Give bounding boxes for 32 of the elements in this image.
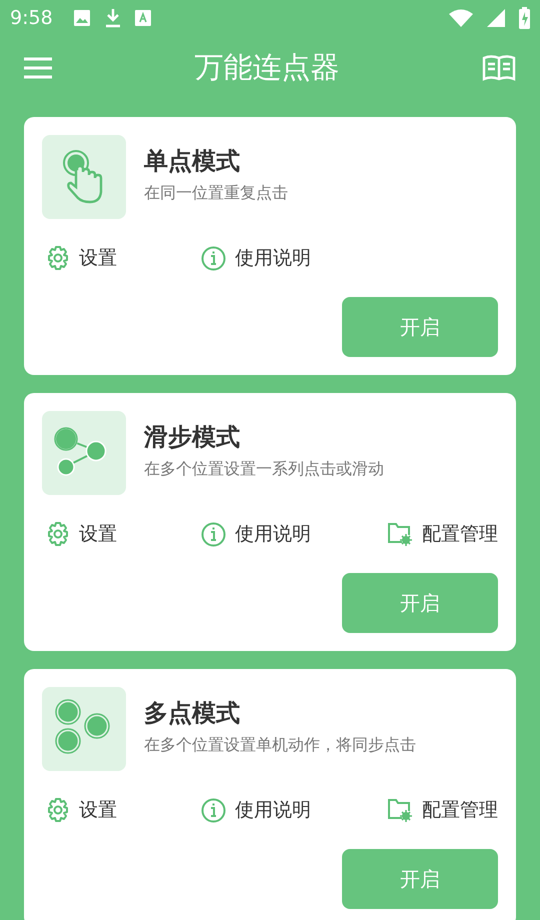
download-icon: [104, 8, 121, 28]
signal-icon: [487, 9, 505, 27]
settings-link[interactable]: 设置: [46, 797, 201, 823]
settings-link[interactable]: 设置: [46, 245, 201, 271]
help-link[interactable]: 使用说明: [201, 245, 498, 271]
mode-title: 多点模式: [144, 698, 241, 729]
app-title: 万能连点器: [194, 49, 340, 86]
image-icon: [72, 9, 91, 27]
info-icon: [201, 798, 226, 822]
keyboard-icon: [134, 10, 151, 26]
menu-icon[interactable]: [24, 57, 52, 79]
wifi-icon: [449, 9, 473, 27]
info-icon: [201, 246, 226, 270]
settings-link[interactable]: 设置: [46, 521, 201, 547]
folder-gear-icon: [387, 522, 413, 546]
config-link[interactable]: 配置管理: [387, 521, 498, 547]
book-icon[interactable]: [482, 54, 516, 82]
settings-icon: [46, 246, 70, 270]
status-time: 9:58: [10, 7, 53, 29]
settings-icon: [46, 522, 70, 546]
settings-icon: [46, 798, 70, 822]
info-icon: [201, 522, 226, 546]
mode-description: 在多个位置设置一系列点击或滑动: [144, 459, 384, 480]
battery-icon: [519, 7, 530, 29]
folder-gear-icon: [387, 798, 413, 822]
help-link[interactable]: 使用说明: [201, 797, 387, 823]
help-link[interactable]: 使用说明: [201, 521, 387, 547]
config-link[interactable]: 配置管理: [387, 797, 498, 823]
mode-title: 滑步模式: [144, 422, 241, 453]
mode-description: 在多个位置设置单机动作，将同步点击: [144, 735, 416, 756]
mode-description: 在同一位置重复点击: [144, 183, 288, 204]
mode-title: 单点模式: [144, 146, 241, 177]
